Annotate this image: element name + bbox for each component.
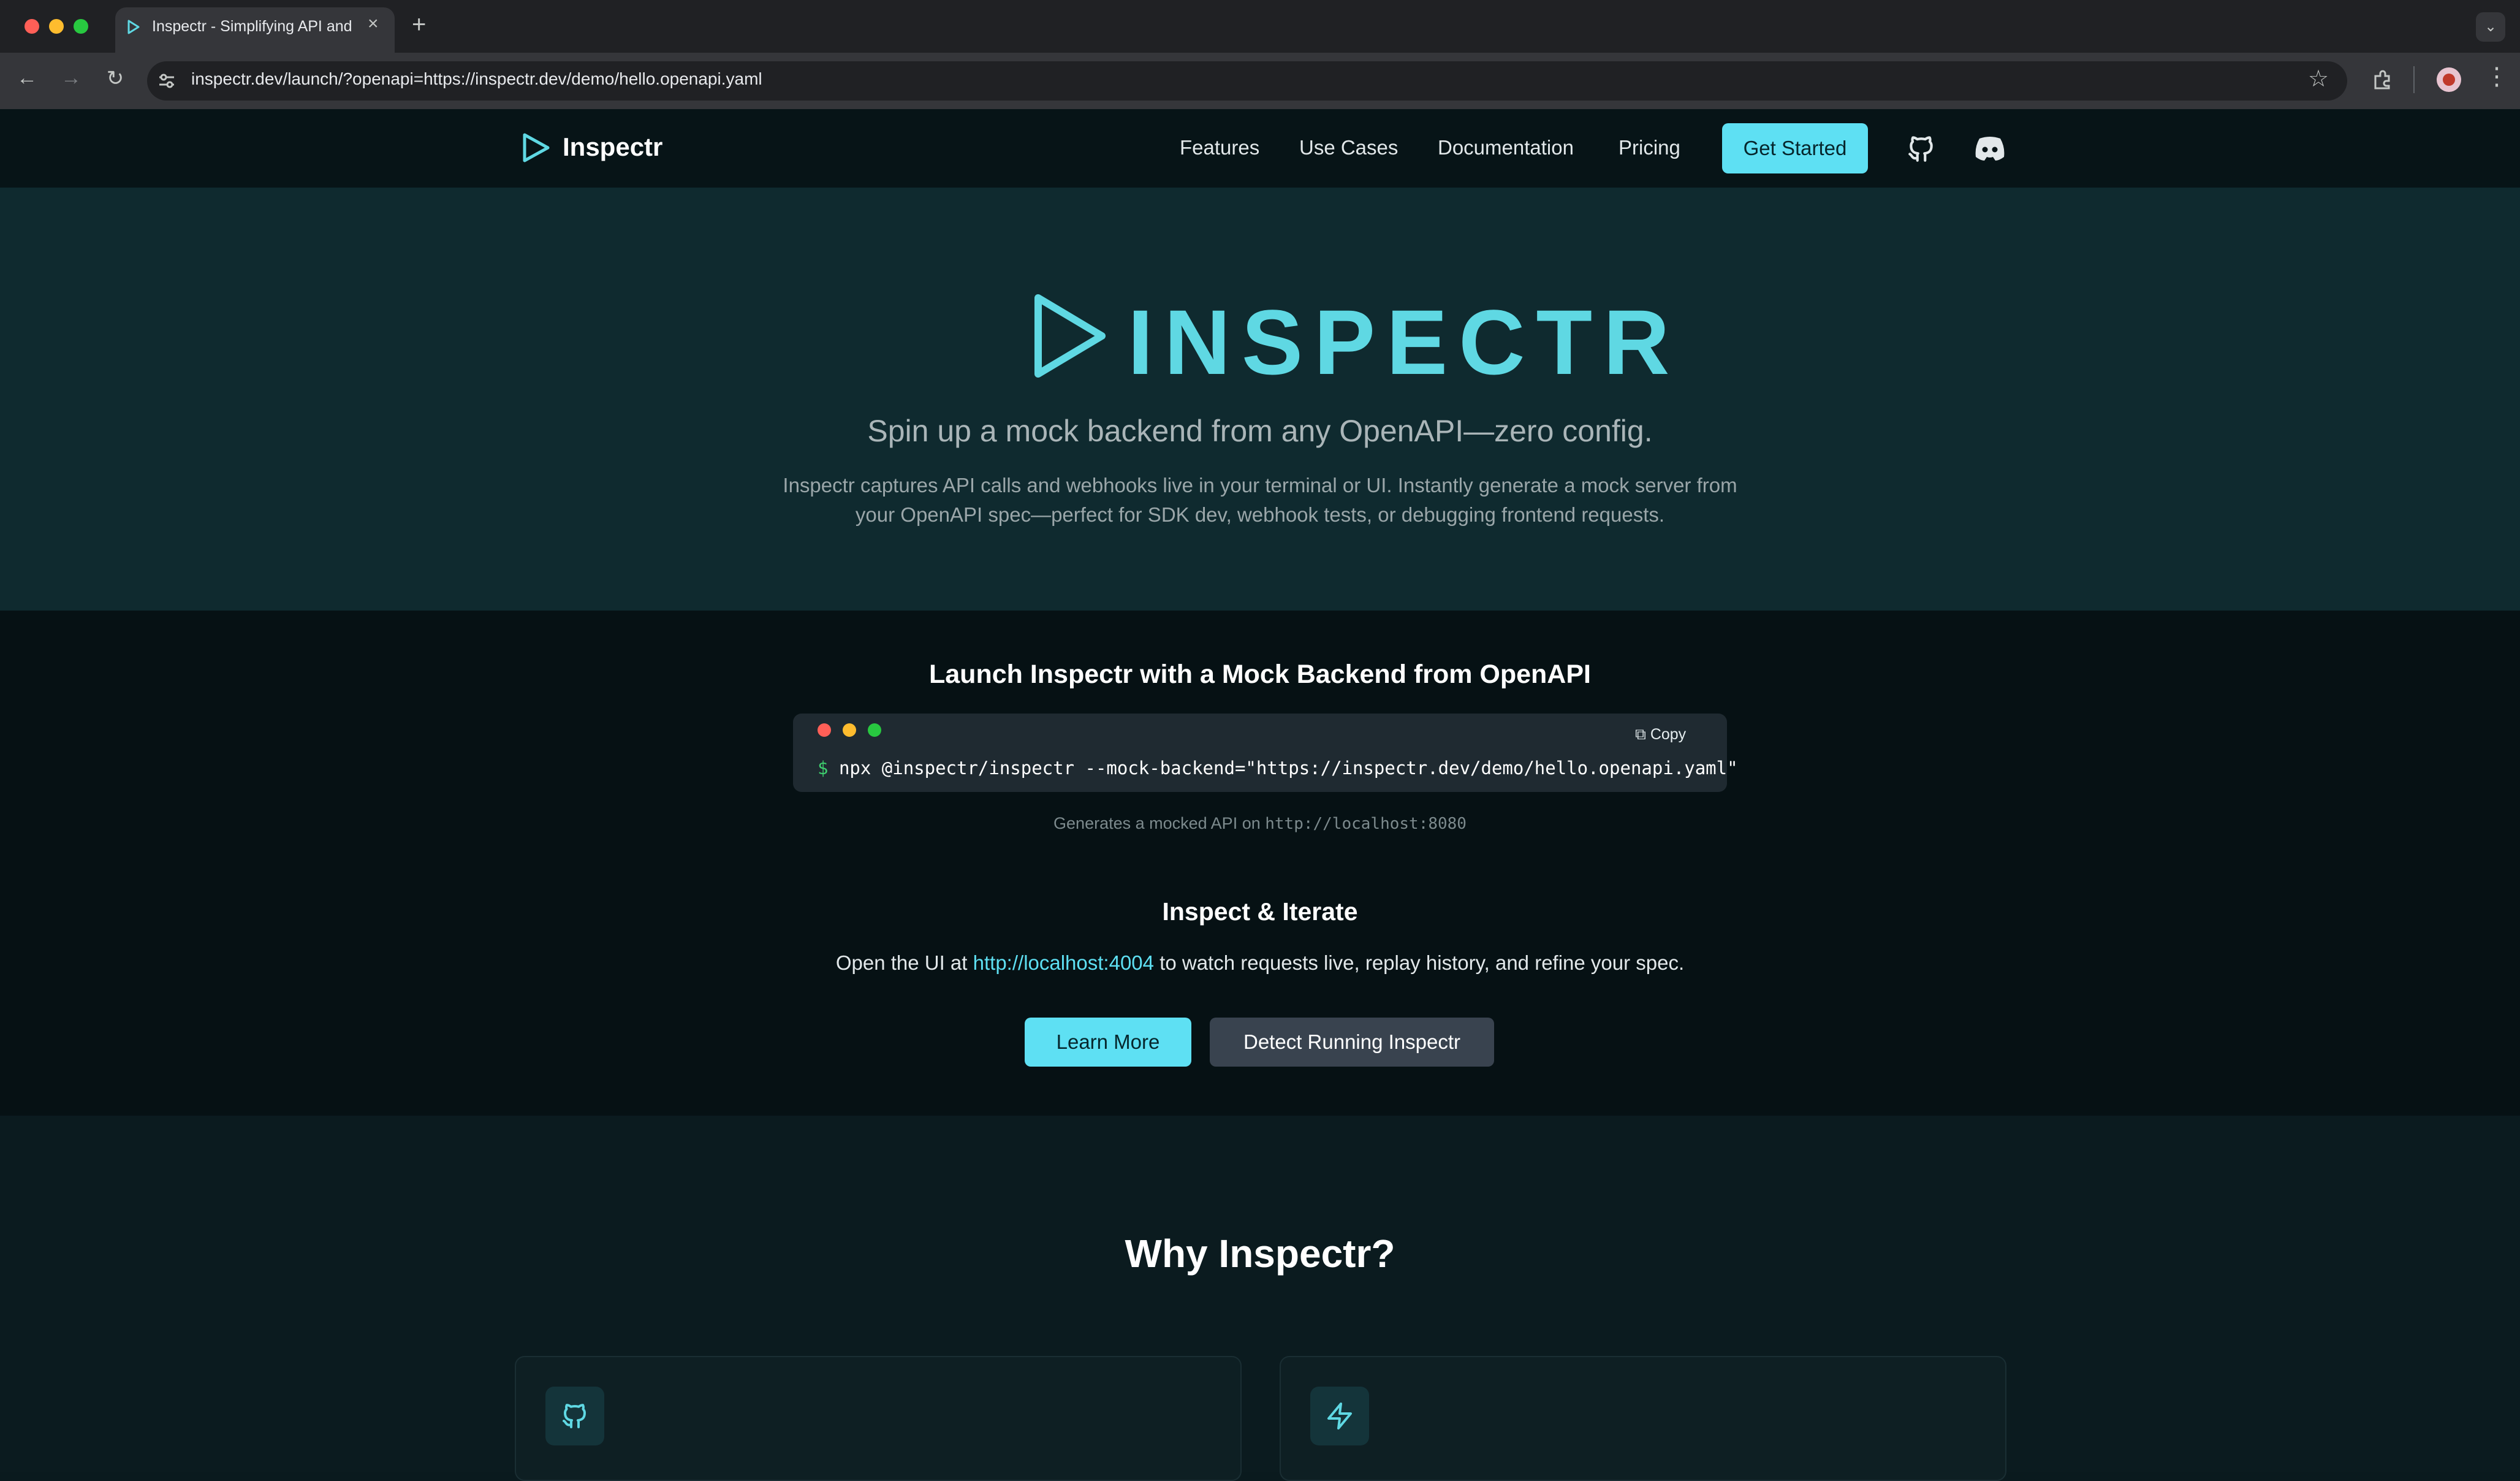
nav-link-use-cases[interactable]: Use Cases — [1299, 136, 1398, 159]
site-header — [0, 109, 2520, 189]
toolbar-divider — [2413, 66, 2415, 93]
feature-card-icon-box — [545, 1387, 604, 1445]
feature-card-icon-box — [1310, 1387, 1369, 1445]
hero-section — [0, 188, 2520, 611]
inspectr-logo-icon[interactable] — [520, 131, 553, 164]
nav-link-documentation[interactable]: Documentation — [1438, 136, 1574, 159]
mock-api-note-text: Generates a mocked API on — [1053, 814, 1266, 832]
discord-icon[interactable] — [1973, 135, 2006, 162]
brand-name[interactable]: Inspectr — [563, 132, 662, 162]
terminal-yellow-dot — [843, 723, 856, 737]
mock-api-note: Generates a mocked API on http://localho… — [0, 814, 2520, 833]
close-tab-icon[interactable]: × — [368, 13, 379, 34]
inspect-description: Open the UI at http://localhost:4004 to … — [0, 951, 2520, 975]
zoom-window-button[interactable] — [74, 19, 88, 34]
tab-title: Inspectr - Simplifying API and Webhook D… — [152, 18, 354, 35]
mock-api-url: http://localhost:8080 — [1265, 815, 1467, 833]
url-text[interactable]: inspectr.dev/launch/?openapi=https://ins… — [191, 69, 762, 89]
github-icon — [563, 1404, 586, 1428]
new-tab-button[interactable]: + — [412, 11, 426, 39]
terminal-green-dot — [868, 723, 881, 737]
command-terminal — [793, 714, 1727, 792]
tab-search-button[interactable]: ⌄ — [2476, 12, 2505, 42]
nav-link-pricing[interactable]: Pricing — [1619, 136, 1680, 159]
detect-running-inspectr-button[interactable]: Detect Running Inspectr — [1210, 1018, 1494, 1067]
hero-logo-wordmark: INSPECTR — [1128, 291, 1681, 394]
extensions-icon[interactable] — [2370, 67, 2395, 92]
bookmark-star-icon[interactable]: ☆ — [2308, 65, 2329, 93]
feature-card-1 — [515, 1356, 1242, 1481]
browser-menu-icon[interactable]: ⋮ — [2484, 63, 2509, 91]
back-icon[interactable]: ← — [12, 66, 42, 90]
feature-card-2 — [1280, 1356, 2006, 1481]
nav-link-features[interactable]: Features — [1180, 136, 1259, 159]
github-icon[interactable] — [1906, 134, 1937, 164]
command-line[interactable]: $ npx @inspectr/inspectr --mock-backend=… — [818, 758, 1738, 779]
terminal-red-dot — [818, 723, 831, 737]
inspect-title: Inspect & Iterate — [1162, 897, 1358, 926]
learn-more-button[interactable]: Learn More — [1025, 1018, 1191, 1067]
favicon-icon — [127, 20, 140, 34]
lightning-icon — [1327, 1403, 1352, 1430]
site-settings-icon[interactable] — [156, 70, 178, 92]
get-started-button[interactable]: Get Started — [1722, 123, 1868, 173]
why-title: Why Inspectr? — [1125, 1232, 1395, 1276]
copy-icon: ⧉ — [1635, 726, 1646, 743]
copy-label: Copy — [1650, 726, 1687, 743]
inspect-desc-prefix: Open the UI at — [835, 951, 973, 974]
avatar[interactable] — [2437, 67, 2461, 92]
forward-icon[interactable]: → — [56, 66, 86, 90]
minimize-window-button[interactable] — [49, 19, 64, 34]
inspectr-ui-link[interactable]: http://localhost:4004 — [973, 951, 1154, 974]
close-window-button[interactable] — [25, 19, 39, 34]
hero-description: Inspectr captures API calls and webhooks… — [783, 474, 1737, 526]
command-prompt: $ — [818, 758, 829, 779]
command-text[interactable]: npx @inspectr/inspectr --mock-backend="h… — [839, 758, 1738, 779]
hero-tagline: Spin up a mock backend from any OpenAPI—… — [867, 414, 1653, 448]
inspect-desc-suffix: to watch requests live, replay history, … — [1154, 951, 1685, 974]
copy-button[interactable]: ⧉ Copy — [1635, 726, 1686, 744]
reload-icon[interactable]: ↻ — [101, 66, 130, 91]
inspectr-hero-logo-icon — [1034, 294, 1106, 378]
why-section — [0, 1116, 2520, 1472]
launch-title: Launch Inspectr with a Mock Backend from… — [929, 660, 1591, 689]
